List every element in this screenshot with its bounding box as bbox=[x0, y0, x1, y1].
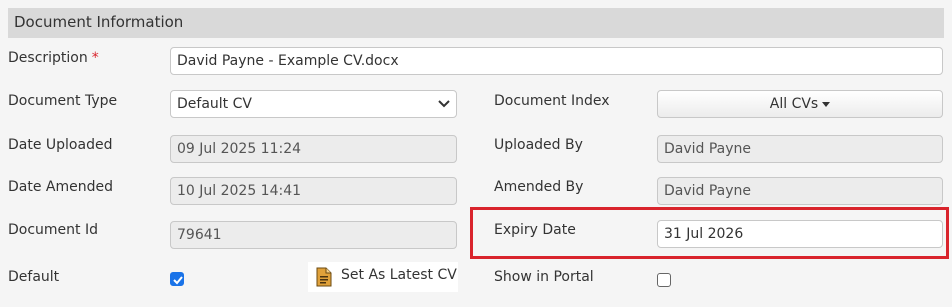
document-index-value: All CVs bbox=[769, 96, 819, 112]
document-type-label: Document Type bbox=[8, 93, 118, 109]
required-marker: * bbox=[91, 50, 99, 66]
document-id-field: 79641 bbox=[170, 221, 457, 249]
document-index-dropdown[interactable]: All CVs bbox=[657, 90, 943, 118]
date-uploaded-label: Date Uploaded bbox=[8, 137, 113, 153]
document-type-select[interactable]: Default CV bbox=[170, 90, 457, 118]
uploaded-by-field: David Payne bbox=[657, 135, 943, 163]
date-amended-label: Date Amended bbox=[8, 179, 113, 195]
document-index-label: Document Index bbox=[494, 93, 610, 109]
document-type-value: Default CV bbox=[177, 96, 252, 112]
caret-down-icon bbox=[822, 101, 831, 107]
document-icon bbox=[316, 267, 332, 287]
description-label-text: Description bbox=[8, 50, 88, 66]
section-header: Document Information bbox=[8, 8, 944, 38]
amended-by-label: Amended By bbox=[494, 179, 584, 195]
show-in-portal-checkbox[interactable] bbox=[657, 273, 671, 287]
document-id-label: Document Id bbox=[8, 222, 98, 238]
default-checkbox[interactable] bbox=[170, 272, 184, 286]
expiry-date-input[interactable]: 31 Jul 2026 bbox=[657, 220, 943, 248]
expiry-date-label: Expiry Date bbox=[494, 222, 576, 238]
description-input[interactable]: David Payne - Example CV.docx bbox=[170, 47, 943, 75]
description-label: Description * bbox=[8, 50, 99, 66]
chevron-down-icon bbox=[438, 100, 450, 108]
checkmark-icon bbox=[173, 276, 183, 285]
default-label: Default bbox=[8, 269, 60, 285]
set-as-latest-cv-button[interactable]: Set As Latest CV bbox=[308, 262, 458, 292]
date-amended-field: 10 Jul 2025 14:41 bbox=[170, 177, 457, 205]
date-uploaded-field: 09 Jul 2025 11:24 bbox=[170, 135, 457, 163]
uploaded-by-label: Uploaded By bbox=[494, 137, 583, 153]
show-in-portal-label: Show in Portal bbox=[494, 269, 594, 285]
set-as-latest-cv-label: Set As Latest CV bbox=[341, 267, 457, 283]
amended-by-field: David Payne bbox=[657, 177, 943, 205]
